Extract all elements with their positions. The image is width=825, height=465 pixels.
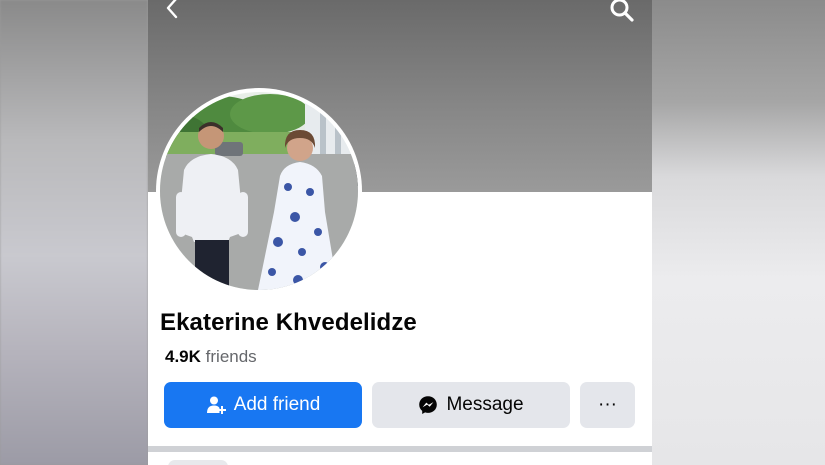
message-label: Message — [446, 394, 524, 415]
background-left-blur — [0, 0, 148, 465]
section-divider — [148, 446, 652, 452]
search-icon — [610, 0, 634, 22]
back-button[interactable] — [160, 0, 184, 20]
next-section-chip[interactable] — [168, 460, 228, 465]
message-button[interactable]: Message — [372, 382, 570, 428]
friends-count[interactable]: 4.9K friends — [165, 347, 257, 367]
more-options-icon: ··· — [598, 394, 617, 415]
messenger-icon — [419, 396, 438, 414]
add-friend-label: Add friend — [233, 394, 321, 415]
profile-name: Ekaterine Khvedelidze — [160, 309, 417, 336]
search-button[interactable] — [608, 0, 636, 24]
chevron-left-icon — [166, 0, 178, 19]
add-friend-button[interactable]: Add friend — [164, 382, 362, 428]
profile-screen: Ekaterine Khvedelidze 4.9K friends Add f… — [148, 0, 652, 465]
add-person-icon — [206, 396, 226, 414]
avatar[interactable] — [156, 88, 362, 294]
friends-count-value: 4.9K — [165, 347, 201, 366]
profile-photo — [160, 92, 358, 290]
friends-count-label: friends — [205, 347, 257, 366]
more-options-button[interactable]: ··· — [580, 382, 635, 428]
background-right-blur — [652, 0, 825, 465]
